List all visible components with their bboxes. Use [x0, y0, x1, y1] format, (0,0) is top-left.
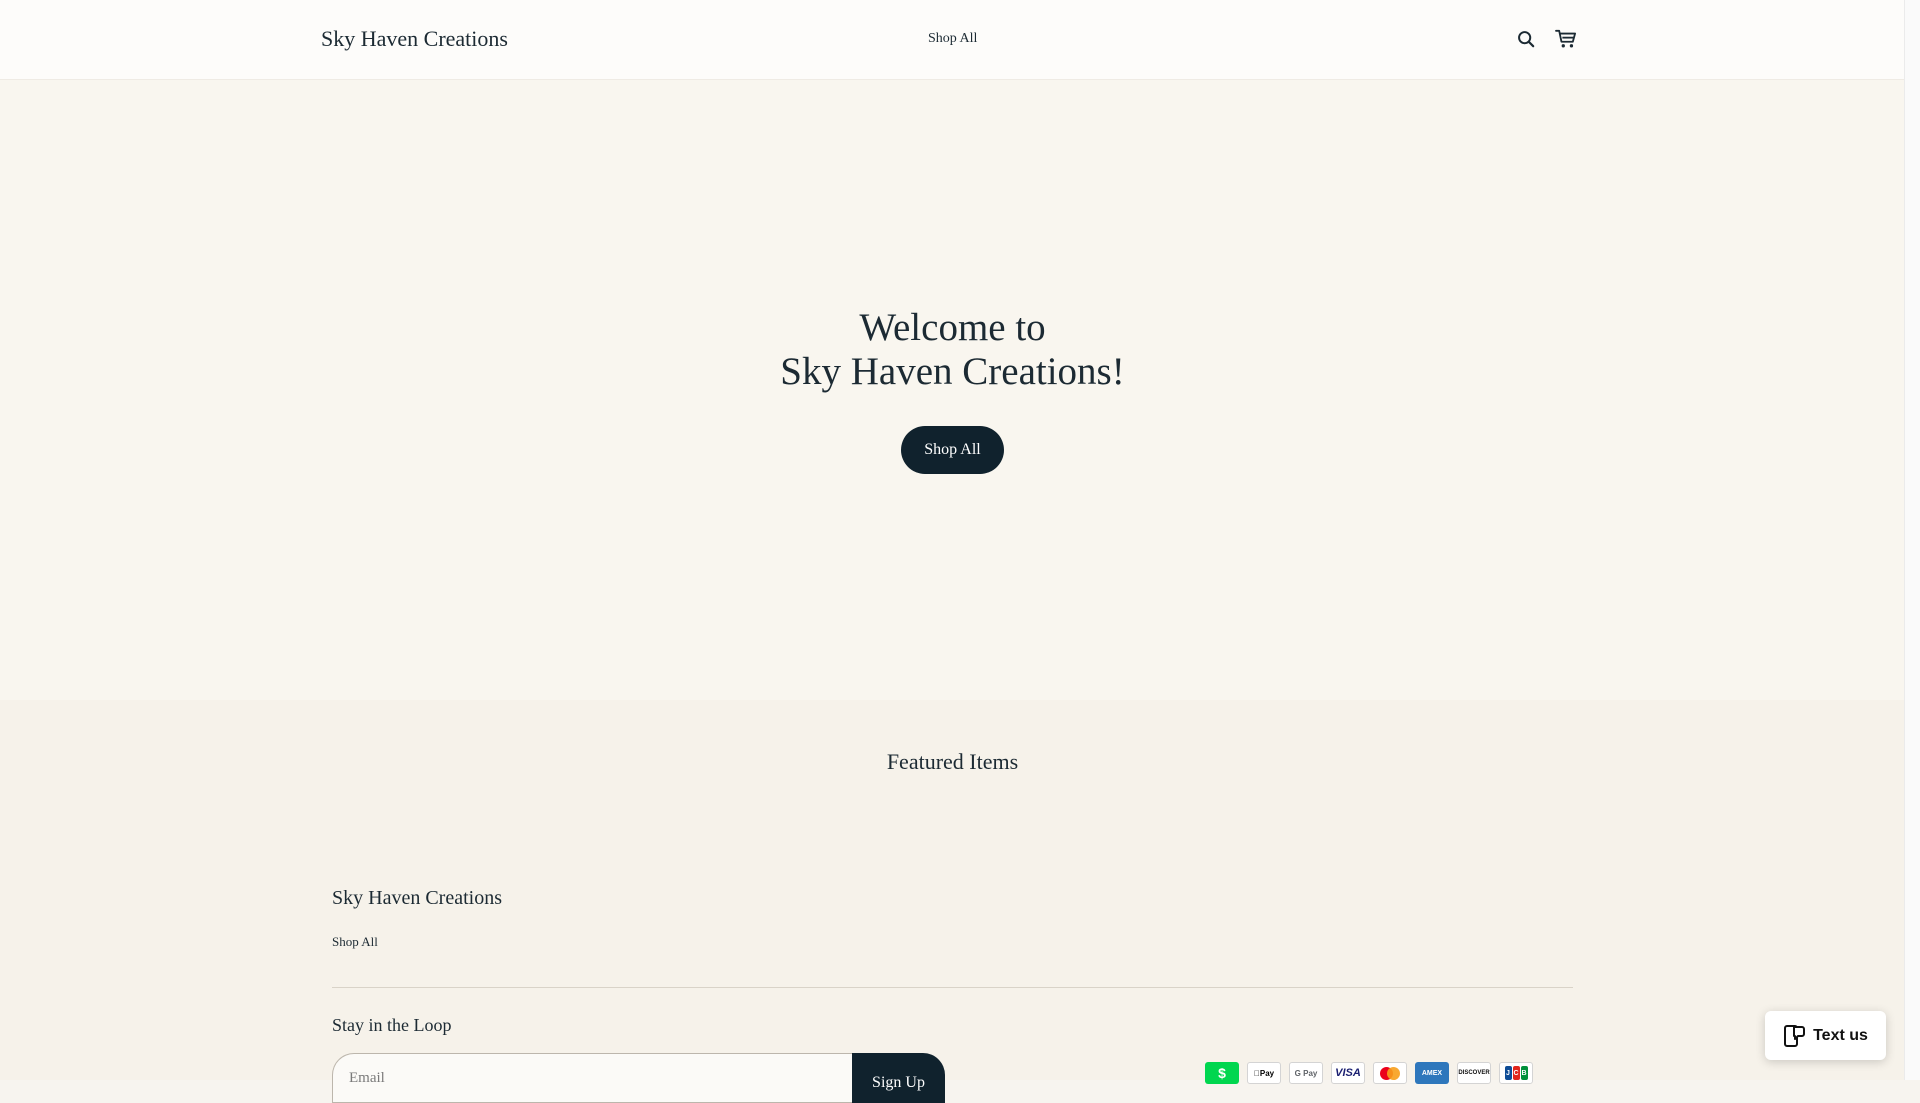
google-pay-icon: G Pay [1289, 1062, 1323, 1084]
footer-shop-all-link[interactable]: Shop All [332, 933, 378, 951]
site-header: Sky Haven Creations Shop All [0, 0, 1905, 80]
search-icon [1518, 31, 1535, 48]
american-express-icon: AMEX [1415, 1062, 1449, 1084]
discover-icon: DISCOVER [1457, 1062, 1491, 1084]
cart-icon [1555, 29, 1576, 48]
newsletter-heading: Stay in the Loop [332, 1015, 452, 1035]
page-scrollbar[interactable] [1904, 0, 1920, 1080]
hero-title-line-2: Sky Haven Creations! [780, 350, 1125, 393]
apple-pay-icon: Pay [1247, 1062, 1281, 1084]
chat-phone-icon [1784, 1024, 1806, 1047]
newsletter-signup-button[interactable]: Sign Up [852, 1053, 945, 1103]
hero-title-line-1: Welcome to [859, 306, 1046, 349]
cart-button[interactable] [1552, 25, 1580, 53]
hero-title: Welcome to Sky Haven Creations! [0, 306, 1905, 394]
cash-app-pay-icon: $ [1205, 1062, 1239, 1084]
mastercard-icon [1373, 1062, 1407, 1084]
payment-methods: $ Pay G Pay VISA AMEX DISCOVER J C B [1205, 1062, 1533, 1084]
text-us-chat-button[interactable]: Text us [1765, 1011, 1886, 1060]
newsletter-email-input[interactable] [332, 1053, 852, 1103]
brand-logo-link[interactable]: Sky Haven Creations [321, 24, 508, 54]
nav-shop-all-link[interactable]: Shop All [928, 29, 977, 49]
page: Sky Haven Creations Shop All Welcome to … [0, 0, 1905, 1103]
featured-items-heading: Featured Items [886, 749, 1019, 774]
featured-section: Featured Items Sky Haven Creations Shop … [0, 700, 1905, 1103]
footer-divider [332, 987, 1573, 988]
hero-section: Welcome to Sky Haven Creations! Shop All [0, 80, 1905, 700]
jcb-icon: J C B [1499, 1062, 1533, 1084]
text-us-label: Text us [1813, 1026, 1868, 1044]
visa-icon: VISA [1331, 1062, 1365, 1084]
search-button[interactable] [1512, 25, 1540, 53]
footer-brand: Sky Haven Creations [332, 887, 502, 909]
hero-shop-all-button[interactable]: Shop All [901, 426, 1004, 474]
